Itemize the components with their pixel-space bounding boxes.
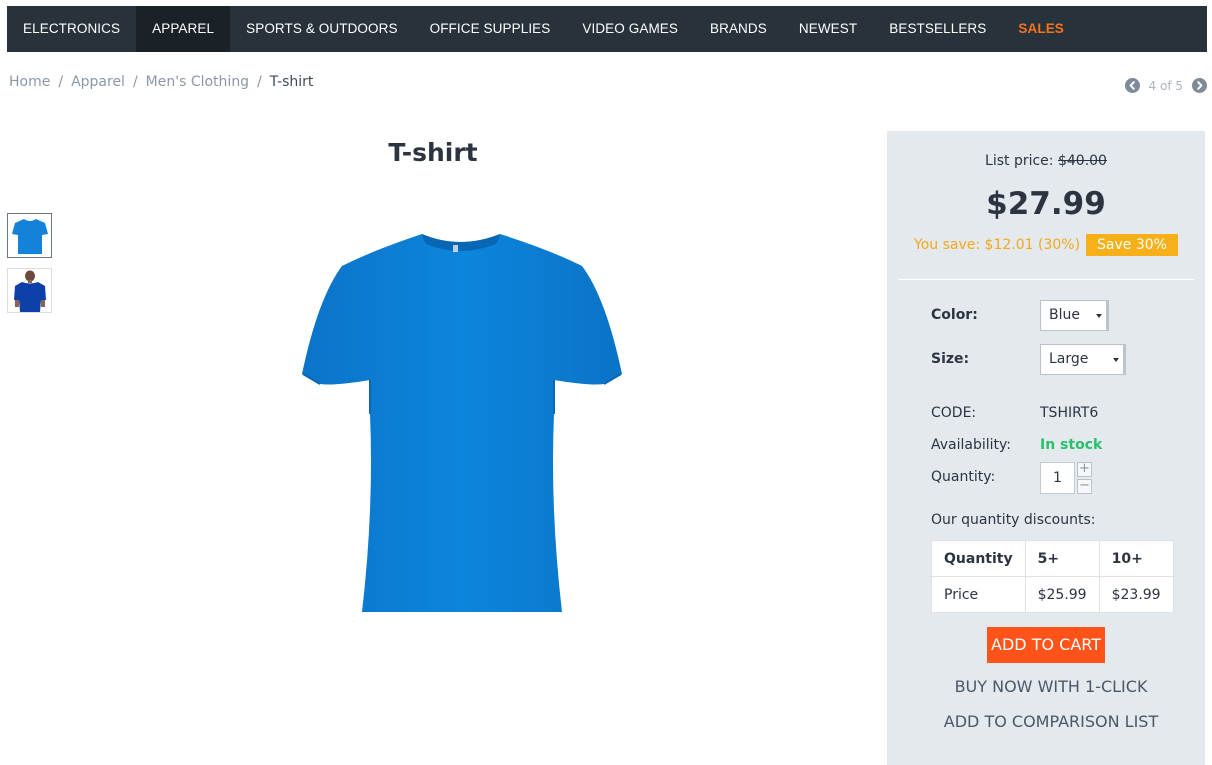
- breadcrumb-apparel[interactable]: Apparel: [71, 74, 125, 90]
- pager-position: 4 of 5: [1148, 78, 1183, 93]
- current-price: $27.99: [986, 186, 1106, 222]
- table-row: Price $25.99 $23.99: [931, 576, 1174, 613]
- buy-now-one-click-button[interactable]: BUY NOW WITH 1-CLICK: [887, 677, 1212, 696]
- availability-value: In stock: [1040, 437, 1103, 453]
- nav-video-games[interactable]: VIDEO GAMES: [566, 6, 694, 52]
- quantity-increase-button[interactable]: +: [1077, 462, 1092, 477]
- nav-sales[interactable]: SALES: [1002, 6, 1080, 52]
- divider: [898, 279, 1194, 280]
- product-main-image: [302, 234, 622, 612]
- purchase-panel: List price: $40.00 $27.99 You save: $12.…: [887, 131, 1205, 765]
- dropdown-arrow-icon: [1113, 358, 1119, 362]
- color-label: Color:: [931, 307, 978, 323]
- nav-apparel[interactable]: APPAREL: [136, 6, 231, 52]
- add-to-comparison-button[interactable]: ADD TO COMPARISON LIST: [887, 712, 1212, 731]
- list-price: List price: $40.00: [887, 153, 1205, 169]
- list-price-value: $40.00: [1057, 153, 1107, 169]
- breadcrumb-separator: /: [58, 74, 64, 90]
- breadcrumb-mens-clothing[interactable]: Men's Clothing: [146, 74, 249, 90]
- quantity-discounts-table: Quantity 5+ 10+ Price $25.99 $23.99: [931, 540, 1174, 613]
- table-cell: Price: [931, 576, 1026, 613]
- top-navigation: ELECTRONICS APPAREL SPORTS & OUTDOORS OF…: [7, 6, 1207, 52]
- dropdown-arrow-icon: [1096, 314, 1102, 318]
- size-select-value: Large: [1049, 351, 1089, 367]
- nav-brands[interactable]: BRANDS: [694, 6, 783, 52]
- you-save-text: You save: $12.01 (30%): [914, 237, 1081, 253]
- table-header-cell: 5+: [1024, 540, 1100, 577]
- chevron-left-icon[interactable]: [1124, 78, 1140, 93]
- table-cell: $23.99: [1098, 576, 1174, 613]
- model-image: [13, 270, 46, 312]
- availability-label: Availability:: [931, 437, 1012, 453]
- quantity-decrease-button[interactable]: −: [1077, 479, 1092, 494]
- table-header-row: Quantity 5+ 10+: [931, 540, 1174, 577]
- save-badge: Save 30%: [1086, 234, 1178, 256]
- code-value: TSHIRT6: [1040, 405, 1099, 421]
- size-select[interactable]: Large: [1040, 344, 1126, 375]
- nav-office-supplies[interactable]: OFFICE SUPPLIES: [414, 6, 567, 52]
- size-label: Size:: [931, 351, 970, 367]
- color-select-value: Blue: [1049, 307, 1080, 323]
- breadcrumb-current: T-shirt: [269, 74, 314, 90]
- product-pager: 4 of 5: [1124, 78, 1207, 93]
- nav-newest[interactable]: NEWEST: [783, 6, 873, 52]
- breadcrumb-separator: /: [257, 74, 262, 90]
- tshirt-front-thumbnail[interactable]: [7, 213, 52, 258]
- product-title: T-shirt: [388, 138, 478, 167]
- nav-electronics[interactable]: ELECTRONICS: [7, 6, 136, 52]
- table-cell: $25.99: [1024, 576, 1100, 613]
- table-header-cell: Quantity: [931, 540, 1026, 577]
- savings-info: You save: $12.01 (30%) Save 30%: [887, 234, 1205, 256]
- chevron-right-icon[interactable]: [1192, 78, 1207, 93]
- tshirt-model-thumbnail[interactable]: [7, 268, 52, 313]
- table-header-cell: 10+: [1098, 540, 1174, 577]
- tshirt-image: [11, 218, 48, 254]
- nav-bestsellers[interactable]: BESTSELLERS: [873, 6, 1002, 52]
- add-to-cart-button[interactable]: ADD TO CART: [987, 627, 1105, 663]
- list-price-label: List price:: [985, 153, 1054, 169]
- code-label: CODE:: [931, 405, 977, 421]
- breadcrumb-home[interactable]: Home: [9, 74, 50, 90]
- breadcrumb: Home / Apparel / Men's Clothing / T-shir…: [9, 74, 313, 90]
- nav-sports-outdoors[interactable]: SPORTS & OUTDOORS: [230, 6, 413, 52]
- color-select[interactable]: Blue: [1040, 300, 1109, 331]
- quantity-input[interactable]: 1: [1040, 462, 1075, 494]
- quantity-discounts-title: Our quantity discounts:: [931, 512, 1096, 528]
- quantity-label: Quantity:: [931, 469, 996, 485]
- breadcrumb-separator: /: [132, 74, 138, 90]
